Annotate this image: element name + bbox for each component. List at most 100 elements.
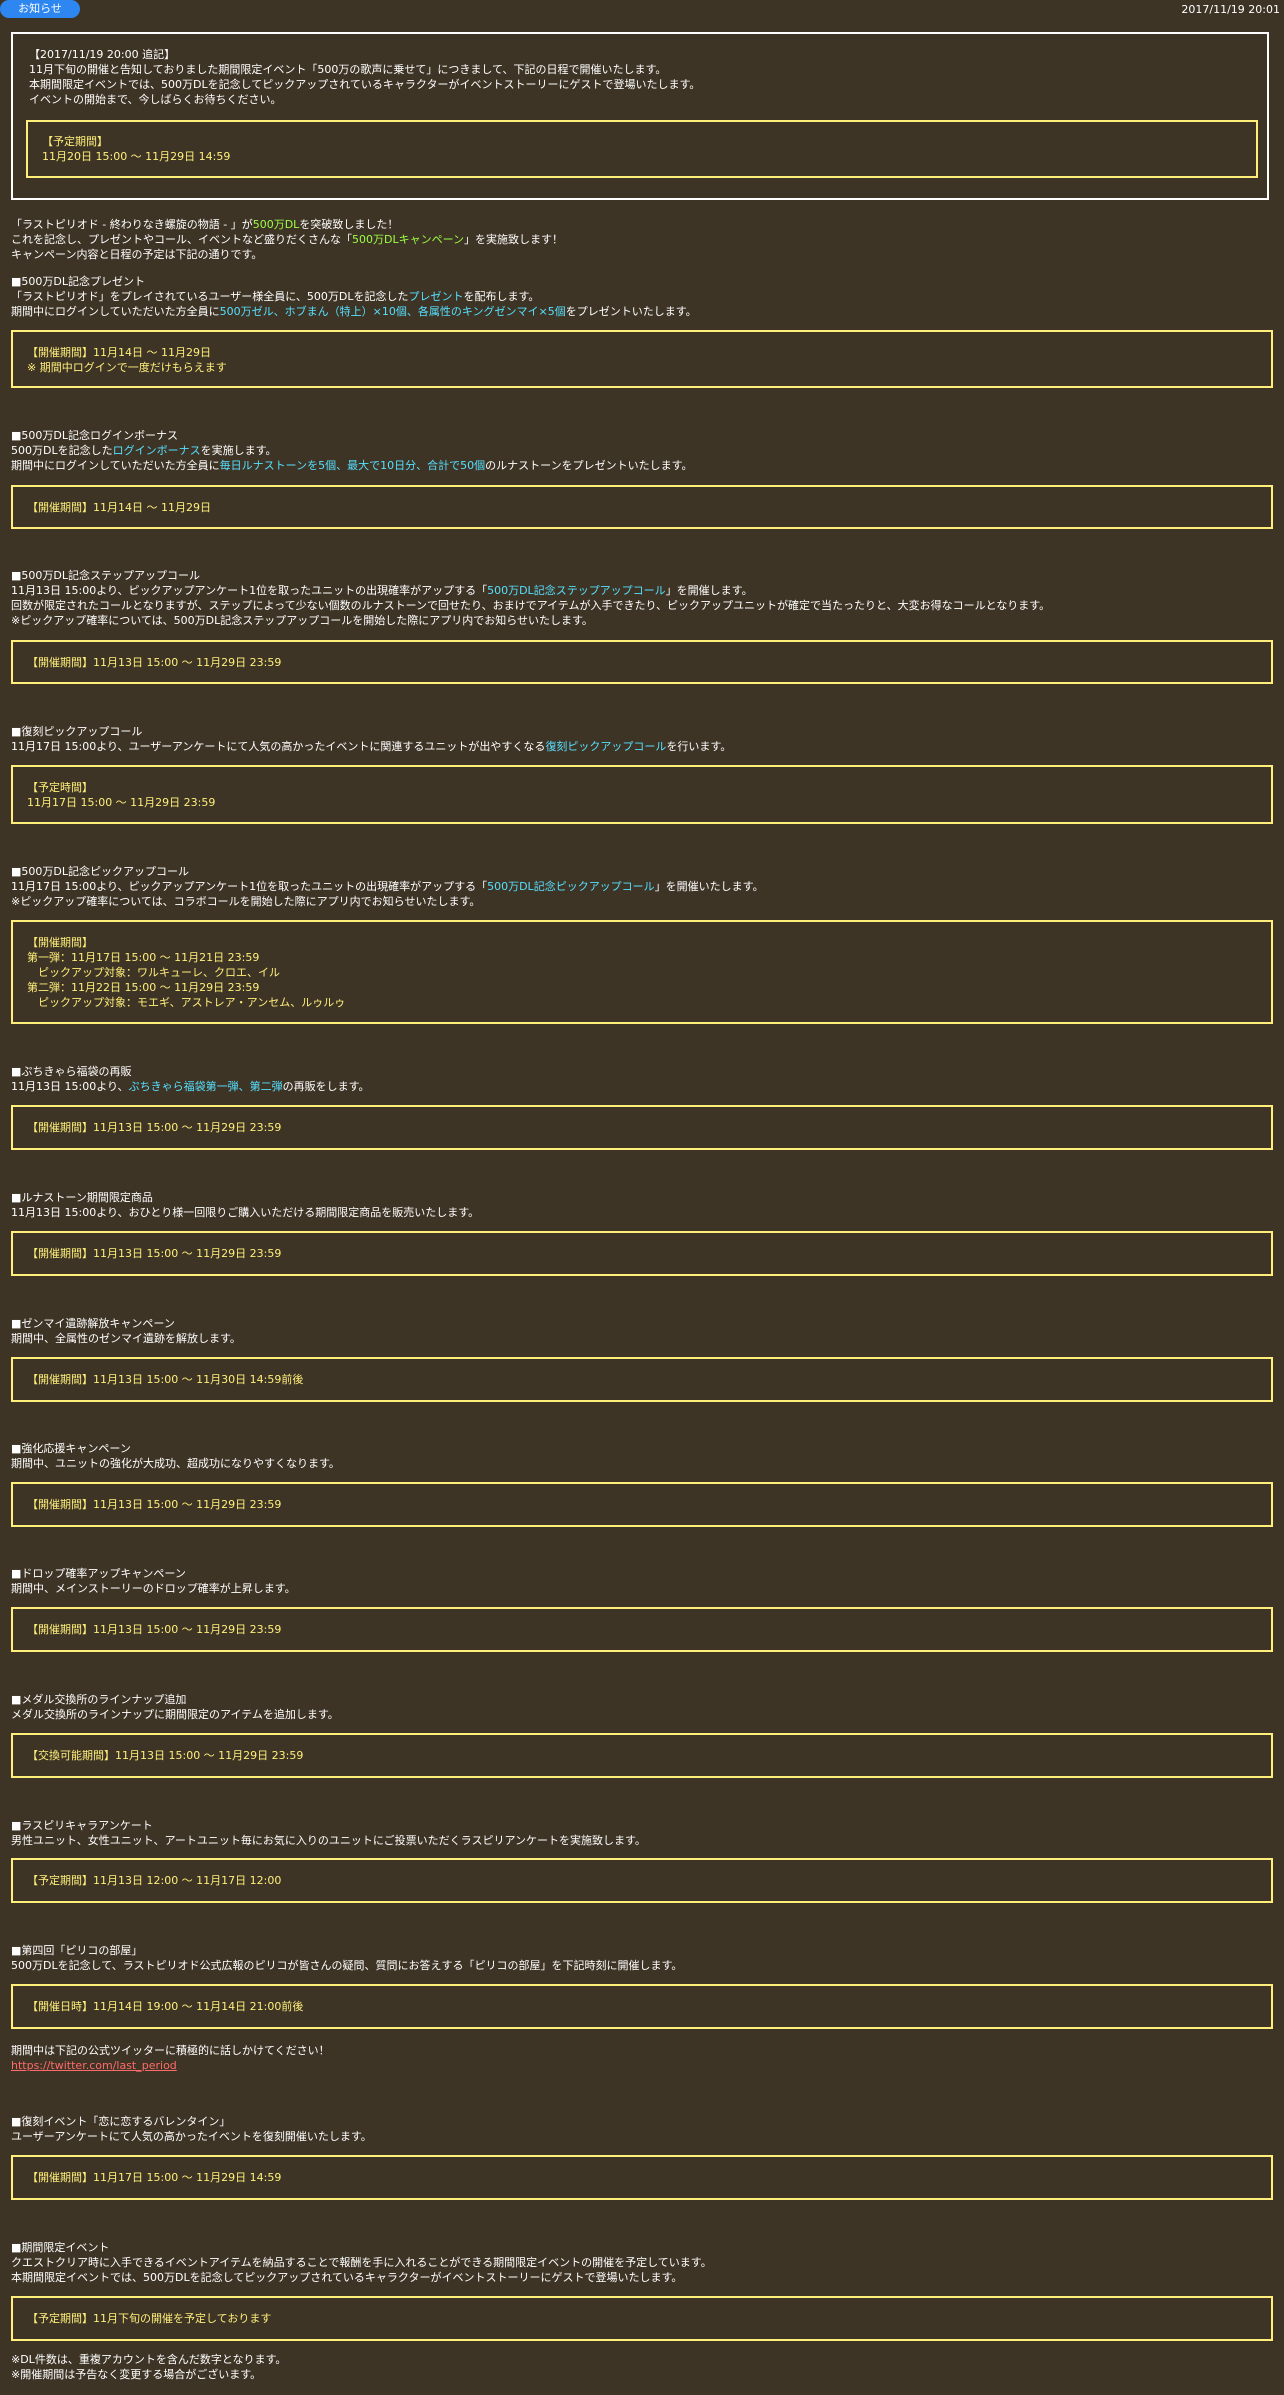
- text: 期間中は下記の公式ツイッターに積極的に話しかけてください！: [11, 2044, 330, 2057]
- box-line: 【開催期間】11月14日 ～ 11月29日: [27, 346, 211, 359]
- text: 期間中にログインしていただいた方全員に: [11, 305, 220, 318]
- section-revival-pickup: ■復刻ピックアップコール 11月17日 15:00より、ユーザーアンケートにて人…: [11, 724, 731, 754]
- section-title: ■500万DL記念ログインボーナス: [11, 429, 178, 442]
- section-title: ■ゼンマイ遺跡解放キャンペーン: [11, 1317, 175, 1330]
- section-drop-rate: ■ドロップ確率アップキャンペーン 期間中、メインストーリーのドロップ確率が上昇し…: [11, 1566, 296, 1596]
- section-stepup-call: ■500万DL記念ステップアップコール 11月13日 15:00より、ピックアッ…: [11, 568, 1050, 628]
- text: 11月17日 15:00より、ユーザーアンケートにて人気の高かったイベントに関連…: [11, 740, 546, 753]
- box-line: 【予定期間】11月下旬の開催を予定しております: [27, 2312, 272, 2325]
- period-box: 【開催期間】11月13日 15:00 ～ 11月30日 14:59前後: [11, 1357, 1273, 1402]
- highlight-text: 500万DLキャンペーン: [352, 233, 465, 246]
- period-box: 【交換可能期間】11月13日 15:00 ～ 11月29日 23:59: [11, 1733, 1273, 1778]
- section-limited-items: ■ルナストーン期間限定商品 11月13日 15:00より、おひとり様一回限りご購…: [11, 1190, 479, 1220]
- section-title: ■ぷちきゃら福袋の再販: [11, 1065, 132, 1078]
- section-title: ■500万DL記念ピックアップコール: [11, 865, 189, 878]
- text: を配布します。: [463, 290, 540, 303]
- text: 」を開催します。: [665, 584, 753, 597]
- text: ※開催期間は予告なく変更する場合がございます。: [11, 2368, 262, 2381]
- period-box: 【予定期間】11月13日 12:00 ～ 11月17日 12:00: [11, 1858, 1273, 1903]
- box-line: 【開催期間】11月17日 15:00 ～ 11月29日 14:59: [27, 2171, 282, 2184]
- period-box: 【開催期間】11月13日 15:00 ～ 11月29日 23:59: [11, 1105, 1273, 1150]
- box-line: ピックアップ対象：ワルキューレ、クロエ、イル: [27, 966, 280, 979]
- section-zenmai: ■ゼンマイ遺跡解放キャンペーン 期間中、全属性のゼンマイ遺跡を解放します。: [11, 1316, 241, 1346]
- campaign-intro: 「ラストピリオド - 終わりなき螺旋の物語 - 」が500万DLを突破致しました…: [11, 217, 563, 262]
- period-box: 【開催期間】 第一弾：11月17日 15:00 ～ 11月21日 23:59 ピ…: [11, 920, 1273, 1024]
- section-valentine-revival: ■復刻イベント「恋に恋するバレンタイン」 ユーザーアンケートにて人気の高かったイ…: [11, 2114, 372, 2144]
- period-box: 【開催期間】11月13日 15:00 ～ 11月29日 23:59: [11, 1607, 1273, 1652]
- section-pickup-call: ■500万DL記念ピックアップコール 11月17日 15:00より、ピックアップ…: [11, 864, 764, 909]
- highlight-text: 500万DL: [252, 218, 300, 231]
- highlight-text: 復刻ピックアップコール: [545, 740, 667, 753]
- section-title: ■復刻イベント「恋に恋するバレンタイン」: [11, 2115, 231, 2128]
- box-line: 第一弾：11月17日 15:00 ～ 11月21日 23:59: [27, 951, 260, 964]
- section-present: ■500万DL記念プレゼント 「ラストピリオド」をプレイされているユーザー様全員…: [11, 274, 697, 319]
- text: 期間中、メインストーリーのドロップ確率が上昇します。: [11, 1582, 296, 1595]
- box-line: 11月17日 15:00 ～ 11月29日 23:59: [27, 796, 216, 809]
- box-line: 【開催期間】11月13日 15:00 ～ 11月29日 23:59: [27, 1121, 282, 1134]
- box-line: 【予定期間】: [42, 135, 108, 148]
- text: 11月13日 15:00より、おひとり様一回限りご購入いただける期間限定商品を販…: [11, 1206, 480, 1219]
- section-character-survey: ■ラスピリキャラアンケート 男性ユニット、女性ユニット、アートユニット毎にお気に…: [11, 1818, 646, 1848]
- text: キャンペーン内容と日程の予定は下記の通りです。: [11, 248, 263, 261]
- text: 11月13日 15:00より、: [11, 1080, 129, 1093]
- text: をプレゼントいたします。: [565, 305, 697, 318]
- text: 」を開催いたします。: [654, 880, 764, 893]
- box-line: 【開催日時】11月14日 19:00 ～ 11月14日 21:00前後: [27, 2000, 304, 2013]
- box-line: 【予定時間】: [27, 781, 93, 794]
- period-box: 【開催期間】11月14日 ～ 11月29日: [11, 485, 1273, 529]
- text: これを記念し、プレゼントやコール、イベントなど盛りだくさんな「: [11, 233, 352, 246]
- twitter-link[interactable]: https://twitter.com/last_period: [11, 2058, 330, 2073]
- highlight-text: 毎日ルナストーンを5個、最大で10日分、合計で50個: [219, 459, 486, 472]
- period-box: 【開催期間】11月13日 15:00 ～ 11月29日 23:59: [11, 1482, 1273, 1527]
- section-piriko-room: ■第四回「ピリコの部屋」 500万DLを記念して、ラストピリオド公式広報のピリコ…: [11, 1943, 682, 1973]
- box-line: 【開催期間】11月13日 15:00 ～ 11月29日 23:59: [27, 1247, 282, 1260]
- box-line: 【開催期間】11月13日 15:00 ～ 11月30日 14:59前後: [27, 1373, 304, 1386]
- text: 本期間限定イベントでは、500万DLを記念してピックアップされているキャラクター…: [11, 2271, 683, 2284]
- section-title: ■ドロップ確率アップキャンペーン: [11, 1567, 186, 1580]
- box-line: 第二弾：11月22日 15:00 ～ 11月29日 23:59: [27, 981, 260, 994]
- box-line: 【交換可能期間】11月13日 15:00 ～ 11月29日 23:59: [27, 1749, 304, 1762]
- section-title: ■期間限定イベント: [11, 2241, 110, 2254]
- text: のルナストーンをプレゼントいたします。: [485, 459, 693, 472]
- text: 回数が限定されたコールとなりますが、ステップによって少ない個数のルナストーンで回…: [11, 599, 1051, 612]
- text: 男性ユニット、女性ユニット、アートユニット毎にお気に入りのユニットにご投票いただ…: [11, 1834, 646, 1847]
- update-notice-text: 【2017/11/19 20:00 追記】 11月下旬の開催と告知しておりました…: [29, 47, 700, 107]
- text: ユーザーアンケートにて人気の高かったイベントを復刻開催いたします。: [11, 2130, 372, 2143]
- scheduled-period-box: 【予定期間】 11月20日 15:00 ～ 11月29日 14:59: [26, 120, 1258, 178]
- text: を行います。: [666, 740, 732, 753]
- highlight-text: ログインボーナス: [112, 444, 201, 457]
- text: 「ラストピリオド - 終わりなき螺旋の物語 - 」が: [11, 218, 253, 231]
- box-line: 【開催期間】11月14日 ～ 11月29日: [27, 501, 211, 514]
- section-title: ■メダル交換所のラインナップ追加: [11, 1693, 187, 1706]
- highlight-text: プレゼント: [408, 290, 464, 303]
- notice-badge[interactable]: お知らせ: [0, 0, 80, 18]
- section-title: ■強化応援キャンペーン: [11, 1442, 131, 1455]
- period-box: 【開催期間】11月13日 15:00 ～ 11月29日 23:59: [11, 640, 1273, 684]
- highlight-text: 500万DL記念ステップアップコール: [487, 584, 666, 597]
- text: ※ピックアップ確率については、500万DL記念ステップアップコールを開始した際に…: [11, 614, 593, 627]
- section-title: ■第四回「ピリコの部屋」: [11, 1944, 143, 1957]
- period-box: 【予定期間】11月下旬の開催を予定しております: [11, 2296, 1273, 2341]
- text: ※DL件数は、重複アカウントを含んだ数字となります。: [11, 2353, 287, 2366]
- update-notice-panel: 【2017/11/19 20:00 追記】 11月下旬の開催と告知しておりました…: [11, 32, 1269, 200]
- notice-line: 11月下旬の開催と告知しておりました期間限定イベント「500万の歌声に乗せて」に…: [29, 63, 667, 76]
- section-enhance: ■強化応援キャンペーン 期間中、ユニットの強化が大成功、超成功になりやすくなりま…: [11, 1441, 340, 1471]
- text: を実施します。: [200, 444, 277, 457]
- box-line: 【開催期間】11月13日 15:00 ～ 11月29日 23:59: [27, 1498, 282, 1511]
- notice-line: 【2017/11/19 20:00 追記】: [29, 48, 176, 61]
- section-login-bonus: ■500万DL記念ログインボーナス 500万DLを記念したログインボーナスを実施…: [11, 428, 692, 473]
- highlight-text: 500万ゼル、ホブまん（特上）×10個、各属性のキングゼンマイ×5個: [219, 305, 566, 318]
- section-title: ■復刻ピックアップコール: [11, 725, 143, 738]
- text: メダル交換所のラインナップに期間限定のアイテムを追加します。: [11, 1708, 339, 1721]
- top-bar: お知らせ 2017/11/19 20:01: [0, 0, 1284, 18]
- highlight-text: 500万DL記念ピックアップコール: [487, 880, 655, 893]
- text: 500万DLを記念して、ラストピリオド公式広報のピリコが皆さんの疑問、質問にお答…: [11, 1959, 683, 1972]
- section-title: ■ルナストーン期間限定商品: [11, 1191, 153, 1204]
- box-line: 11月20日 15:00 ～ 11月29日 14:59: [42, 150, 231, 163]
- text: クエストクリア時に入手できるイベントアイテムを納品することで報酬を手に入れること…: [11, 2256, 712, 2269]
- period-box: 【開催日時】11月14日 19:00 ～ 11月14日 21:00前後: [11, 1984, 1273, 2029]
- period-box: 【開催期間】11月14日 ～ 11月29日 ※ 期間中ログインで一度だけもらえま…: [11, 330, 1273, 388]
- text: ※ピックアップ確率については、コラボコールを開始した際にアプリ内でお知らせいたし…: [11, 895, 481, 908]
- highlight-text: ぷちきゃら福袋第一弾、第二弾: [128, 1080, 283, 1093]
- timestamp: 2017/11/19 20:01: [1181, 3, 1280, 16]
